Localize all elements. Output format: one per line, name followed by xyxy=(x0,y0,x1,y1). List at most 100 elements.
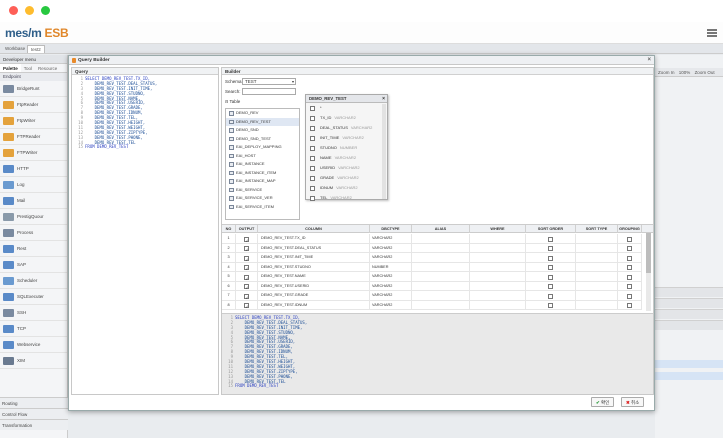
sort-checkbox[interactable] xyxy=(548,303,553,308)
grouping-checkbox[interactable] xyxy=(627,265,632,270)
close-window-button[interactable] xyxy=(9,6,18,15)
table-list-item[interactable]: EAI_INSTANCE_ITEM xyxy=(226,169,299,178)
grid-header-cell[interactable]: SORT ORDER xyxy=(526,225,576,233)
table-row[interactable]: 6 ✓ DEMO_REV_TEST.USERID VARCHAR2 xyxy=(222,281,642,291)
palette-item[interactable]: XIM xyxy=(0,353,67,369)
tab-resource[interactable]: Resource xyxy=(35,64,60,72)
palette-item[interactable]: FTPReader xyxy=(0,129,67,145)
column-checkbox[interactable] xyxy=(310,135,315,141)
entity-column[interactable]: INIT_TIME VARCHAR2 xyxy=(306,133,387,143)
column-checkbox[interactable] xyxy=(310,105,315,111)
grid-header-cell[interactable]: GROUPING xyxy=(618,225,642,233)
sort-checkbox[interactable] xyxy=(548,246,553,251)
section-routing[interactable]: Routing xyxy=(0,397,68,408)
entity-column[interactable]: STUDNO NUMBER xyxy=(306,143,387,153)
entity-column[interactable]: GRADE VARCHAR2 xyxy=(306,173,387,183)
table-row[interactable]: 2 ✓ DEMO_REV_TEST.DEAL_STATUS VARCHAR2 xyxy=(222,243,642,253)
grid-cell[interactable] xyxy=(470,253,526,263)
grouping-checkbox[interactable] xyxy=(627,293,632,299)
output-checkbox[interactable]: ✓ xyxy=(244,274,249,281)
sort-checkbox[interactable] xyxy=(548,255,553,261)
entity-column[interactable]: TX_ID VARCHAR2 xyxy=(306,113,387,123)
output-checkbox[interactable]: ✓ xyxy=(244,303,249,309)
sort-checkbox[interactable] xyxy=(548,274,553,280)
tab-test2[interactable]: test2 xyxy=(27,45,45,53)
grid-cell[interactable] xyxy=(576,243,618,253)
grid-cell[interactable] xyxy=(470,243,526,253)
grid-cell[interactable] xyxy=(576,291,618,301)
table-row[interactable]: 5 ✓ DEMO_REV_TEST.NAME VARCHAR2 xyxy=(222,272,642,282)
output-checkbox[interactable]: ✓ xyxy=(244,293,249,300)
entity-column[interactable]: TEL VARCHAR2 xyxy=(306,193,387,203)
output-checkbox[interactable]: ✓ xyxy=(244,236,249,243)
grid-cell[interactable] xyxy=(470,234,526,244)
grid-cell[interactable] xyxy=(576,300,618,310)
sort-checkbox[interactable] xyxy=(548,293,553,299)
sql-preview[interactable]: 1 SELECT DEMO_REV_TEST.TX_ID, 2 DEMO_REV_T… xyxy=(222,313,653,394)
table-list-item[interactable]: EAI_HOST xyxy=(226,152,299,161)
sort-checkbox[interactable] xyxy=(548,265,553,270)
grid-cell[interactable] xyxy=(412,243,470,253)
table-row[interactable]: 1 ✓ DEMO_REV_TEST.TX_ID VARCHAR2 xyxy=(222,234,642,244)
grid-header-cell[interactable]: OUTPUT xyxy=(236,225,258,233)
palette-item[interactable]: Scheduler xyxy=(0,273,67,289)
grid-cell[interactable] xyxy=(412,234,470,244)
palette-item[interactable]: FtpWriter xyxy=(0,113,67,129)
grid-header-cell[interactable]: WHERE xyxy=(470,225,526,233)
menu-icon[interactable] xyxy=(707,29,717,37)
grid-cell[interactable] xyxy=(470,281,526,291)
grid-cell[interactable] xyxy=(412,253,470,263)
column-checkbox[interactable] xyxy=(310,175,315,181)
grid-cell[interactable] xyxy=(412,291,470,301)
grid-cell[interactable] xyxy=(470,291,526,301)
scroll-thumb[interactable] xyxy=(646,233,651,273)
entity-column[interactable]: USERID VARCHAR2 xyxy=(306,163,387,173)
schema-select[interactable]: TEST ▾ xyxy=(242,78,296,85)
output-checkbox[interactable]: ✓ xyxy=(244,246,249,252)
column-checkbox[interactable] xyxy=(310,125,315,131)
grid-cell[interactable] xyxy=(470,262,526,272)
grid-cell[interactable] xyxy=(576,253,618,263)
grid-header-cell[interactable]: DBCTYPE xyxy=(370,225,412,233)
entity-scrollbar[interactable] xyxy=(382,104,386,199)
palette-item[interactable]: SSH xyxy=(0,305,67,321)
grid-header-cell[interactable]: COLUMN xyxy=(258,225,370,233)
sort-checkbox[interactable] xyxy=(548,236,553,242)
table-list-item[interactable]: EAI_SERVICE_ITEM xyxy=(226,203,299,212)
table-list-item[interactable]: DEMO_SND_TEST xyxy=(226,135,299,144)
search-input[interactable] xyxy=(242,88,296,95)
column-checkbox[interactable] xyxy=(310,195,315,201)
cancel-button[interactable]: ✖ 취소 xyxy=(621,397,645,407)
query-editor[interactable]: 1 SELECT DEMO_REV_TEST.TX_ID, 2 DEMO_REV_T… xyxy=(72,75,218,150)
output-checkbox[interactable]: ✓ xyxy=(244,284,249,290)
palette-item[interactable]: Webservice xyxy=(0,337,67,353)
grouping-checkbox[interactable] xyxy=(627,236,632,242)
grid-header-cell[interactable]: ALIAS xyxy=(412,225,470,233)
table-list-item[interactable]: EAI_SERVICE_VER xyxy=(226,194,299,203)
grid-cell[interactable] xyxy=(412,281,470,291)
entity-column[interactable]: * xyxy=(306,103,387,113)
palette-item[interactable]: Rest xyxy=(0,241,67,257)
grouping-checkbox[interactable] xyxy=(627,284,632,289)
grid-cell[interactable] xyxy=(412,262,470,272)
grouping-checkbox[interactable] xyxy=(627,303,632,308)
grid-cell[interactable] xyxy=(576,234,618,244)
entity-box[interactable]: DEMO_REV_TEST × * TX_ID VARCHAR2 DEAL_STATU… xyxy=(305,94,388,203)
grid-header-cell[interactable]: NO xyxy=(222,225,236,233)
minimize-window-button[interactable] xyxy=(25,6,34,15)
tab-workbase[interactable]: Workbase xyxy=(2,45,28,53)
grid-cell[interactable] xyxy=(412,300,470,310)
maximize-window-button[interactable] xyxy=(41,6,50,15)
grid-cell[interactable] xyxy=(470,272,526,282)
tree-collapse-icon[interactable]: ⊟ xyxy=(225,99,228,104)
table-row[interactable]: 7 ✓ DEMO_REV_TEST.GRADE VARCHAR2 xyxy=(222,291,642,301)
palette-item[interactable]: Log xyxy=(0,177,67,193)
entity-close-icon[interactable]: × xyxy=(382,95,385,103)
output-checkbox[interactable]: ✓ xyxy=(244,265,249,271)
table-list-item[interactable]: EAI_INSTANCE xyxy=(226,160,299,169)
sort-checkbox[interactable] xyxy=(548,284,553,289)
palette-item[interactable]: SQLExecuter xyxy=(0,289,67,305)
column-checkbox[interactable] xyxy=(310,145,315,151)
zoom-out-button[interactable]: Zoom Out xyxy=(695,70,715,75)
column-checkbox[interactable] xyxy=(310,165,315,171)
